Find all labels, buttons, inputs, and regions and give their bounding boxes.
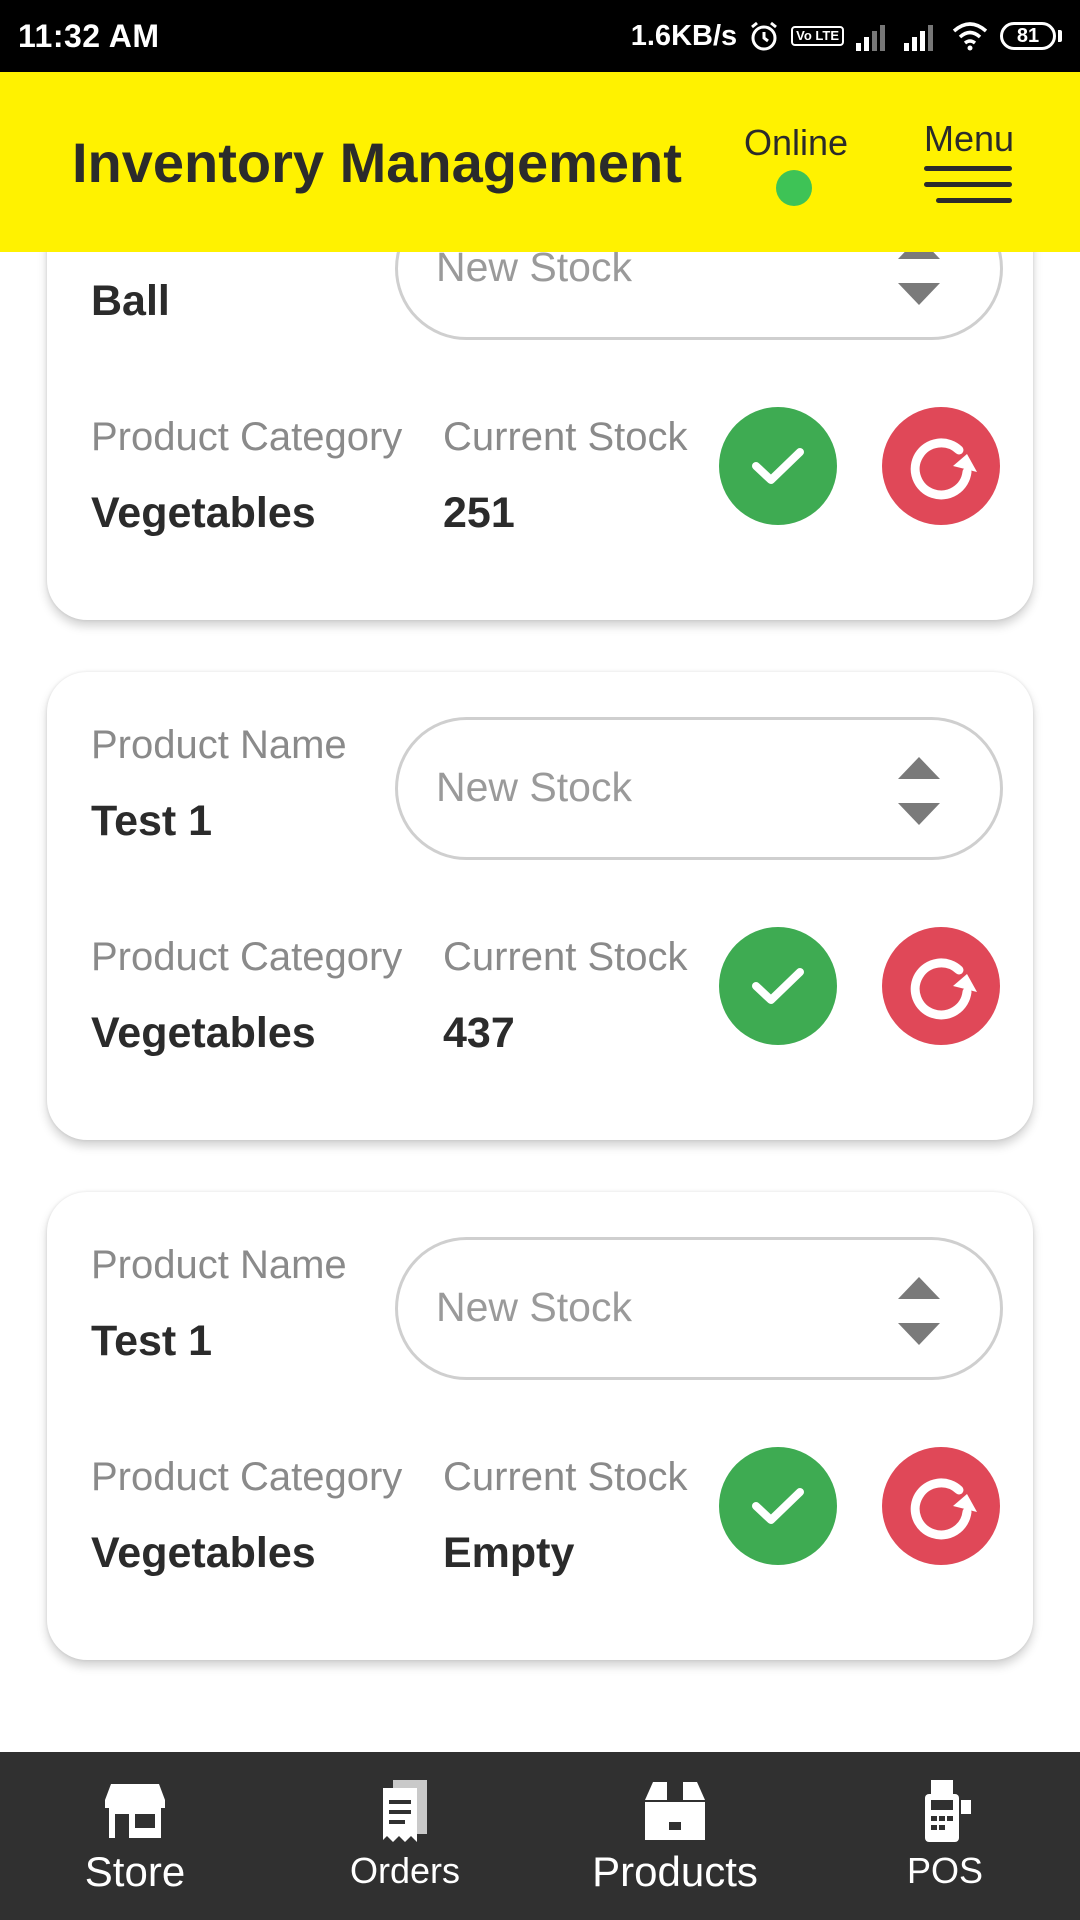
product-name-label: Product Name [91, 723, 347, 767]
new-stock-placeholder: New Stock [436, 764, 632, 810]
nav-label-store: Store [84, 1848, 186, 1895]
new-stock-input[interactable]: New Stock [395, 1237, 1003, 1380]
new-stock-input[interactable]: New Stock [395, 717, 1003, 860]
refresh-icon [910, 1478, 977, 1540]
current-stock-value: 251 [443, 489, 515, 537]
menu-label: Menu [924, 118, 1015, 159]
box-icon [645, 1782, 705, 1840]
store-icon [105, 1784, 165, 1838]
app-header: Inventory Management Online Menu [0, 72, 1080, 252]
increment-arrow-icon[interactable] [898, 1277, 940, 1299]
current-stock-value: 437 [443, 1009, 515, 1057]
online-status-dot [776, 170, 812, 206]
product-list-viewport[interactable]: Product Name Ball New Stock Product Cate… [0, 252, 1080, 1752]
volte-icon: Vo LTE [791, 26, 844, 46]
nav-item-products[interactable]: Products [540, 1752, 810, 1920]
product-card: Product Name Test 1 New Stock Product Ca… [47, 672, 1033, 1140]
confirm-stock-button[interactable] [719, 407, 837, 525]
battery-level: 81 [1000, 22, 1056, 50]
product-name: Ball [91, 277, 170, 325]
product-category: Vegetables [91, 1009, 316, 1057]
product-category-label: Product Category [91, 1455, 403, 1499]
product-card: Product Name Test 1 New Stock Product Ca… [47, 1192, 1033, 1660]
online-status-label: Online [744, 122, 849, 163]
checkmark-icon [752, 968, 804, 1004]
refresh-icon [910, 438, 977, 500]
product-name: Test 1 [91, 797, 213, 845]
receipt-icon [383, 1780, 427, 1842]
product-category-label: Product Category [91, 415, 403, 459]
checkmark-icon [752, 1488, 804, 1524]
increment-arrow-icon[interactable] [898, 252, 940, 259]
hamburger-icon [924, 166, 1012, 171]
current-stock-label: Current Stock [443, 935, 688, 979]
nav-item-store[interactable]: Store [0, 1752, 270, 1920]
confirm-stock-button[interactable] [719, 927, 837, 1045]
nav-label-products: Products [592, 1848, 758, 1895]
current-stock-value: Empty [443, 1529, 575, 1577]
current-stock-label: Current Stock [443, 415, 688, 459]
reset-stock-button[interactable] [882, 407, 1000, 525]
reset-stock-button[interactable] [882, 1447, 1000, 1565]
product-category: Vegetables [91, 1529, 316, 1577]
product-category-label: Product Category [91, 935, 403, 979]
bottom-navigation: Store Orders Products POS [0, 1752, 1080, 1920]
reset-stock-button[interactable] [882, 927, 1000, 1045]
battery-icon: 81 [1000, 22, 1062, 50]
product-list: Product Name Ball New Stock Product Cate… [47, 252, 1033, 1712]
checkmark-icon [752, 448, 804, 484]
menu-button[interactable]: Menu [918, 118, 1018, 218]
wifi-icon [952, 21, 988, 51]
alarm-icon [749, 20, 779, 52]
decrement-arrow-icon[interactable] [898, 283, 940, 305]
status-bar: 11:32 AM 1.6KB/s Vo LTE 81 [0, 0, 1080, 72]
nav-item-pos[interactable]: POS [810, 1752, 1080, 1920]
current-stock-label: Current Stock [443, 1455, 688, 1499]
nav-label-orders: Orders [349, 1850, 461, 1891]
new-stock-placeholder: New Stock [436, 1284, 632, 1330]
increment-arrow-icon[interactable] [898, 757, 940, 779]
page-title: Inventory Management [72, 131, 682, 194]
product-name: Test 1 [91, 1317, 213, 1365]
new-stock-placeholder: New Stock [436, 252, 632, 290]
decrement-arrow-icon[interactable] [898, 1323, 940, 1345]
refresh-icon [910, 958, 977, 1020]
product-card: Product Name Ball New Stock Product Cate… [47, 252, 1033, 620]
signal-icon [904, 21, 940, 51]
status-icons: 1.6KB/s Vo LTE 81 [631, 20, 1062, 53]
nav-item-orders[interactable]: Orders [270, 1752, 540, 1920]
network-speed: 1.6KB/s [630, 19, 738, 52]
nav-label-pos: POS [906, 1850, 984, 1891]
product-category: Vegetables [91, 489, 316, 537]
confirm-stock-button[interactable] [719, 1447, 837, 1565]
status-time: 11:32 AM [18, 17, 160, 54]
pos-terminal-icon [925, 1780, 971, 1842]
signal-icon [856, 21, 892, 51]
decrement-arrow-icon[interactable] [898, 803, 940, 825]
product-name-label: Product Name [91, 1243, 347, 1287]
new-stock-input[interactable]: New Stock [395, 252, 1003, 340]
